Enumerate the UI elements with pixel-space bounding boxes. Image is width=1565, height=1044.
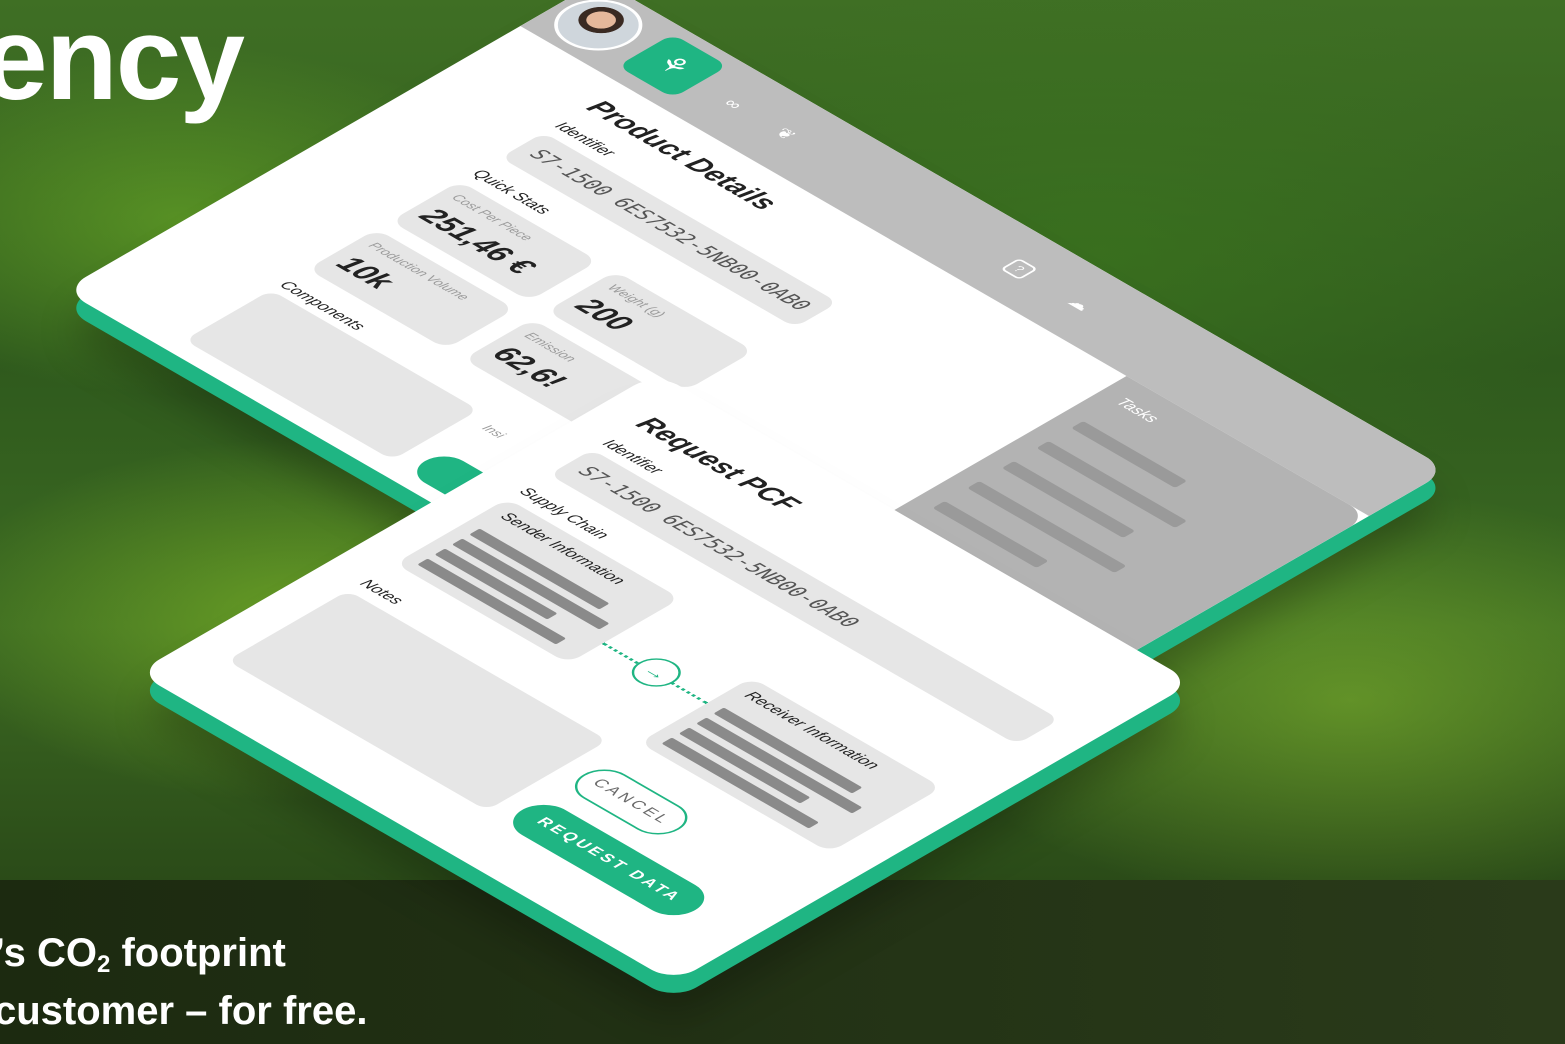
help-icon[interactable]: ? — [1000, 258, 1039, 280]
task-row[interactable] — [1001, 461, 1136, 538]
tasks-title: Tasks — [1111, 396, 1163, 426]
receiver-info-card[interactable]: Receiver Information — [638, 677, 943, 853]
insight-label: Insi — [478, 422, 510, 441]
tagline-subscript: 2 — [97, 951, 111, 978]
tagline-part-1: ’s CO — [0, 931, 97, 975]
hero-headline: ency — [0, 0, 245, 125]
tagline-part-3: customer – for free. — [0, 989, 368, 1033]
app-icon[interactable]: ⚘ — [617, 34, 729, 98]
hero-tagline: ’s CO2 footprint customer – for free. — [0, 930, 367, 1034]
task-row[interactable] — [1036, 441, 1188, 528]
share-icon[interactable]: ∞ — [714, 93, 752, 115]
cloud-icon[interactable]: ☁ — [1061, 293, 1099, 315]
tagline-part-2: footprint — [110, 931, 286, 975]
sender-line — [451, 538, 610, 630]
leaf-icon[interactable]: ❦ — [766, 123, 804, 145]
